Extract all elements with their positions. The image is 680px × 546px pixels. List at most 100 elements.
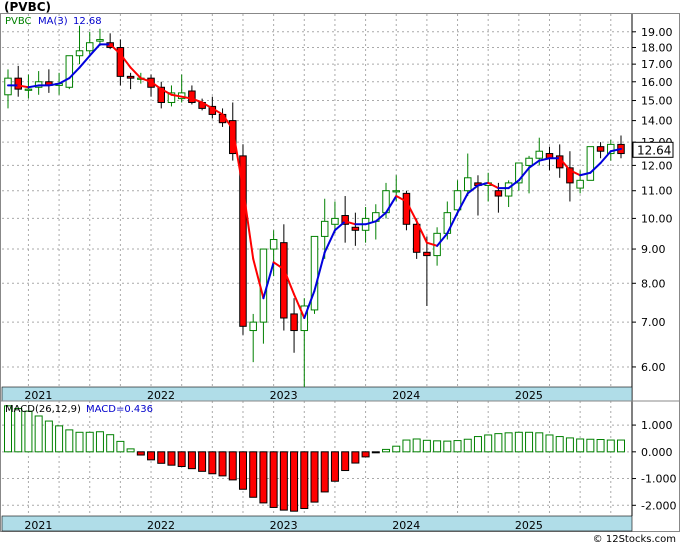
macd-bar [576,438,585,453]
candle-body [402,192,411,225]
macd-bar [382,448,391,453]
macd-bar [85,431,94,453]
macd-bar [290,451,299,512]
macd-bar [238,451,247,490]
macd-legend-label: MACD(26,12,9) [5,404,81,415]
macd-bar [167,451,176,466]
price-y-tick-label: 15.00 [641,95,673,108]
price-y-tick-label: 17.00 [641,58,673,71]
price-legend-symbol: PVBC [5,16,32,27]
candle-body [464,177,472,192]
candle-body [280,242,288,319]
macd-bar [208,451,217,475]
price-y-tick-label: 18.00 [641,42,673,55]
macd-bar [126,448,135,453]
macd-bar [259,451,268,504]
candle-body [249,321,257,332]
price-x-year-label: 2022 [147,389,175,402]
macd-y-tick-label: -2.000 [641,499,676,512]
macd-bar [586,438,595,453]
macd-bar [514,431,523,453]
macd-bar [187,451,196,470]
candle-body [504,182,513,197]
macd-x-year-label: 2024 [392,519,420,532]
price-y-tick-label: 19.00 [641,26,673,39]
macd-bar [617,439,625,453]
price-y-tick-label: 7.00 [641,316,666,329]
candle-body [586,146,595,181]
macd-bar [177,451,186,468]
price-x-year-label: 2023 [270,389,298,402]
macd-y-tick-label: 1.000 [641,419,673,432]
candle-body [24,88,33,91]
macd-bar [371,451,380,454]
price-x-year-label: 2024 [392,389,420,402]
price-y-tick-label: 8.00 [641,277,666,290]
macd-bar [65,429,74,453]
candle-body [525,157,533,166]
macd-bar [473,436,482,453]
macd-bar [228,451,237,481]
macd-bar [269,451,278,508]
candle-body [290,313,298,332]
macd-bar [55,425,64,453]
candle-body [320,220,329,237]
macd-bar [351,451,360,464]
price-y-tick-label: 11.00 [641,185,673,198]
candle-body [351,226,360,231]
candle-body [412,223,421,253]
macd-bar [484,434,493,453]
macd-bar [453,440,462,453]
macd-x-year-label: 2023 [270,519,298,532]
macd-bar [422,439,431,453]
price-y-tick-label: 9.00 [641,243,666,256]
macd-bar [320,451,329,493]
macd-bar [147,451,156,461]
macd-bar [412,438,421,453]
macd-bar [504,432,513,453]
macd-bar [402,439,411,453]
macd-bar [606,439,615,453]
candle-body [596,146,605,152]
macd-bar [218,451,227,477]
macd-bar [525,431,534,453]
macd-bar [535,432,544,453]
price-y-tick-label: 10.00 [641,212,673,225]
macd-bar [463,438,472,453]
macd-x-year-label: 2021 [24,519,52,532]
macd-bar [545,434,554,453]
candle-body [331,217,339,225]
macd-bar [330,451,339,482]
candle-body [423,251,431,257]
chart-frame [0,13,680,532]
macd-bar [433,440,442,453]
macd-bar [116,440,125,453]
candle-body [85,42,94,52]
candle-body [126,75,135,79]
macd-bar [300,451,309,510]
candle-body [576,179,584,189]
candle-body [239,155,247,327]
macd-bar [443,440,452,453]
macd-bar [106,434,115,453]
price-y-tick-label: 16.00 [641,76,673,89]
macd-bar [44,420,53,453]
price-x-year-label: 2025 [515,389,543,402]
macd-bar [565,437,574,453]
macd-bar [34,415,43,453]
macd-bar [95,431,104,453]
price-x-year-label: 2021 [24,389,52,402]
candle-body [75,50,84,57]
macd-bar [136,451,145,456]
candle-body [65,55,74,88]
macd-bar [341,451,350,472]
macd-bar [249,451,258,498]
candle-body [188,90,196,103]
watermark: © 12Stocks.com [592,534,676,545]
macd-y-tick-label: -1.000 [641,473,676,486]
candle-body [269,239,278,250]
candle-body [535,150,544,159]
macd-bar [310,451,319,503]
candle-body [14,77,22,90]
last-price-label: 12.64 [637,143,671,157]
